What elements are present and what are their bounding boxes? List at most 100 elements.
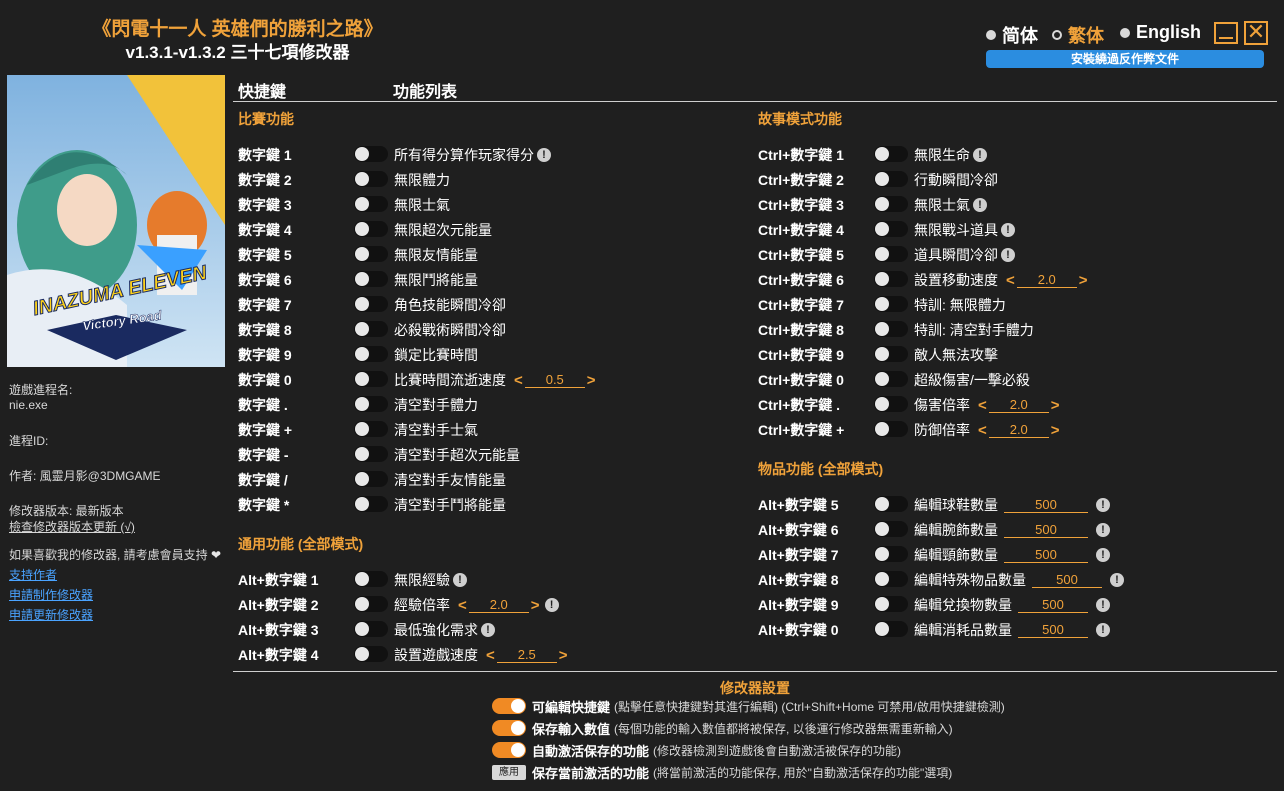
cheat-toggle[interactable]	[874, 346, 908, 362]
cheat-toggle[interactable]	[874, 546, 908, 562]
hotkey-label[interactable]: Ctrl+數字鍵 2	[758, 170, 844, 190]
hotkey-label[interactable]: 數字鍵 6	[238, 270, 292, 290]
cheat-toggle[interactable]	[354, 371, 388, 387]
hotkey-label[interactable]: Ctrl+數字鍵 0	[758, 370, 844, 390]
hotkey-label[interactable]: Ctrl+數字鍵 6	[758, 270, 844, 290]
cheat-toggle[interactable]	[874, 421, 908, 437]
hotkey-label[interactable]: Alt+數字鍵 7	[758, 545, 839, 565]
quantity-input[interactable]: 500	[1004, 497, 1088, 513]
hotkey-label[interactable]: Ctrl+數字鍵 1	[758, 145, 844, 165]
cheat-toggle[interactable]	[354, 171, 388, 187]
increase-arrow-icon[interactable]: >	[529, 597, 542, 614]
apply-button[interactable]: 應用	[492, 764, 526, 780]
hotkey-label[interactable]: 數字鍵 +	[238, 420, 292, 440]
cheat-toggle[interactable]	[354, 146, 388, 162]
quantity-input[interactable]: 500	[1004, 547, 1088, 563]
cheat-toggle[interactable]	[354, 221, 388, 237]
hotkey-label[interactable]: 數字鍵 3	[238, 195, 292, 215]
decrease-arrow-icon[interactable]: <	[976, 422, 989, 439]
hotkey-label[interactable]: Alt+數字鍵 9	[758, 595, 839, 615]
cheat-toggle[interactable]	[874, 621, 908, 637]
hotkey-label[interactable]: 數字鍵 2	[238, 170, 292, 190]
hotkey-label[interactable]: Ctrl+數字鍵 4	[758, 220, 844, 240]
value-input[interactable]: 0.5	[524, 372, 585, 388]
hotkey-label[interactable]: Ctrl+數字鍵 .	[758, 395, 840, 415]
save-values-toggle[interactable]	[492, 720, 526, 736]
hotkey-label[interactable]: Alt+數字鍵 1	[238, 570, 319, 590]
increase-arrow-icon[interactable]: >	[585, 372, 598, 389]
cheat-toggle[interactable]	[874, 396, 908, 412]
minimize-button[interactable]	[1214, 22, 1238, 44]
hotkey-label[interactable]: 數字鍵 *	[238, 495, 289, 515]
increase-arrow-icon[interactable]: >	[1049, 397, 1062, 414]
cheat-toggle[interactable]	[354, 496, 388, 512]
cheat-toggle[interactable]	[874, 146, 908, 162]
editable-hotkeys-toggle[interactable]	[492, 698, 526, 714]
cheat-toggle[interactable]	[354, 246, 388, 262]
hotkey-label[interactable]: Ctrl+數字鍵 5	[758, 245, 844, 265]
request-update-link[interactable]: 申請更新修改器	[9, 606, 93, 623]
increase-arrow-icon[interactable]: >	[1049, 422, 1062, 439]
hotkey-label[interactable]: 數字鍵 8	[238, 320, 292, 340]
cheat-toggle[interactable]	[874, 271, 908, 287]
cheat-toggle[interactable]	[354, 421, 388, 437]
hotkey-label[interactable]: Alt+數字鍵 8	[758, 570, 839, 590]
quantity-input[interactable]: 500	[1018, 597, 1088, 613]
hotkey-label[interactable]: Alt+數字鍵 4	[238, 645, 319, 665]
hotkey-label[interactable]: Ctrl+數字鍵 8	[758, 320, 844, 340]
hotkey-label[interactable]: Ctrl+數字鍵 7	[758, 295, 844, 315]
hotkey-label[interactable]: Ctrl+數字鍵 3	[758, 195, 844, 215]
hotkey-label[interactable]: 數字鍵 1	[238, 145, 292, 165]
install-anticheat-bypass-button[interactable]: 安裝繞過反作弊文件	[986, 50, 1264, 68]
hotkey-label[interactable]: Alt+數字鍵 5	[758, 495, 839, 515]
hotkey-label[interactable]: Alt+數字鍵 3	[238, 620, 319, 640]
cheat-toggle[interactable]	[354, 196, 388, 212]
value-input[interactable]: 2.0	[1016, 272, 1077, 288]
hotkey-label[interactable]: Alt+數字鍵 0	[758, 620, 839, 640]
cheat-toggle[interactable]	[354, 271, 388, 287]
cheat-toggle[interactable]	[874, 196, 908, 212]
cheat-toggle[interactable]	[354, 646, 388, 662]
hotkey-label[interactable]: 數字鍵 5	[238, 245, 292, 265]
cheat-toggle[interactable]	[874, 371, 908, 387]
cheat-toggle[interactable]	[874, 496, 908, 512]
cheat-toggle[interactable]	[874, 221, 908, 237]
cheat-toggle[interactable]	[354, 296, 388, 312]
cheat-toggle[interactable]	[874, 596, 908, 612]
value-input[interactable]: 2.0	[468, 597, 529, 613]
hotkey-label[interactable]: Alt+數字鍵 6	[758, 520, 839, 540]
hotkey-label[interactable]: 數字鍵 .	[238, 395, 288, 415]
increase-arrow-icon[interactable]: >	[1077, 272, 1090, 289]
decrease-arrow-icon[interactable]: <	[484, 647, 497, 664]
quantity-input[interactable]: 500	[1018, 622, 1088, 638]
cheat-toggle[interactable]	[354, 321, 388, 337]
cheat-toggle[interactable]	[354, 571, 388, 587]
decrease-arrow-icon[interactable]: <	[456, 597, 469, 614]
hotkey-label[interactable]: Alt+數字鍵 2	[238, 595, 319, 615]
decrease-arrow-icon[interactable]: <	[512, 372, 525, 389]
hotkey-label[interactable]: 數字鍵 -	[238, 445, 289, 465]
decrease-arrow-icon[interactable]: <	[1004, 272, 1017, 289]
hotkey-label[interactable]: 數字鍵 4	[238, 220, 292, 240]
lang-simplified[interactable]: 简体	[986, 22, 1038, 48]
request-trainer-link[interactable]: 申請制作修改器	[9, 586, 93, 603]
auto-activate-toggle[interactable]	[492, 742, 526, 758]
cheat-toggle[interactable]	[874, 321, 908, 337]
increase-arrow-icon[interactable]: >	[557, 647, 570, 664]
quantity-input[interactable]: 500	[1004, 522, 1088, 538]
lang-english[interactable]: English	[1120, 22, 1201, 43]
check-update-link[interactable]: 檢查修改器版本更新 (√)	[9, 518, 135, 535]
cheat-toggle[interactable]	[354, 346, 388, 362]
value-input[interactable]: 2.0	[988, 422, 1049, 438]
hotkey-label[interactable]: 數字鍵 /	[238, 470, 288, 490]
value-input[interactable]: 2.5	[496, 647, 557, 663]
hotkey-label[interactable]: 數字鍵 7	[238, 295, 292, 315]
cheat-toggle[interactable]	[874, 571, 908, 587]
close-button[interactable]: ✕	[1244, 21, 1268, 45]
lang-traditional[interactable]: 繁体	[1052, 22, 1104, 48]
value-input[interactable]: 2.0	[988, 397, 1049, 413]
cheat-toggle[interactable]	[354, 596, 388, 612]
cheat-toggle[interactable]	[874, 246, 908, 262]
cheat-toggle[interactable]	[874, 521, 908, 537]
cheat-toggle[interactable]	[354, 471, 388, 487]
